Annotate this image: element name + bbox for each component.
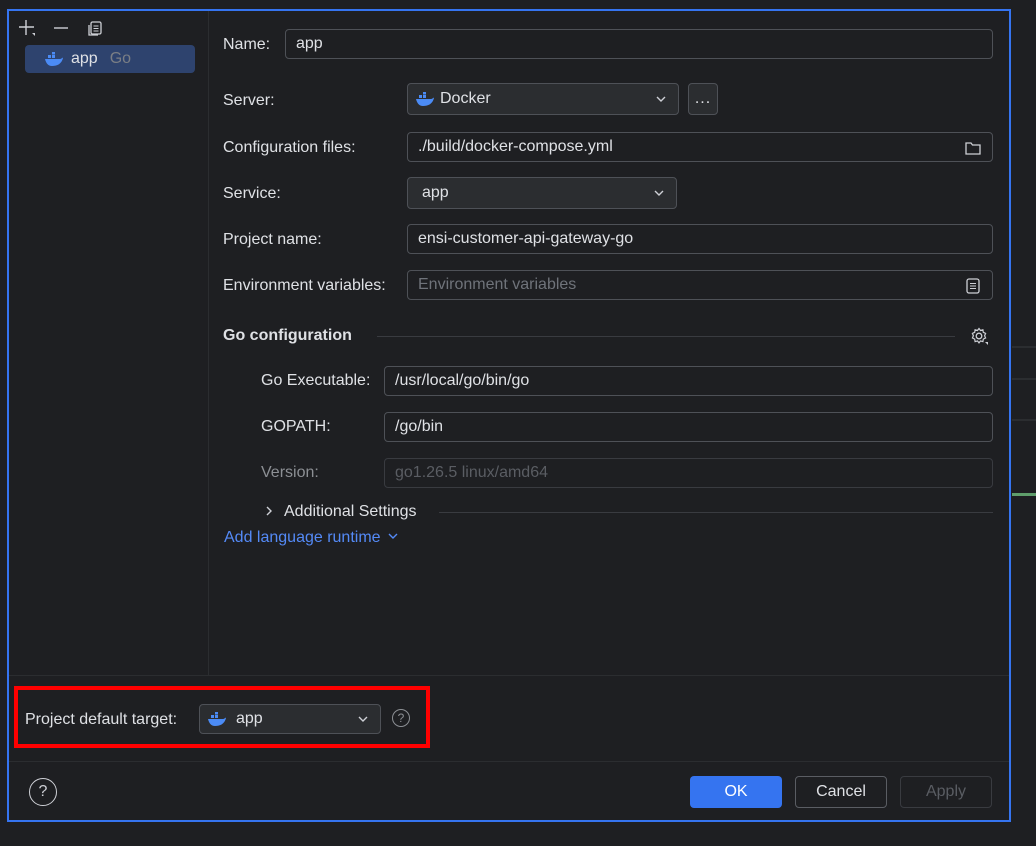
additional-settings-toggle[interactable]: Additional Settings	[284, 503, 417, 521]
chevron-down-icon	[654, 190, 664, 196]
default-target-value: app	[236, 710, 263, 727]
chevron-down-icon	[358, 716, 368, 722]
server-label: Server:	[223, 92, 275, 109]
env-vars-field[interactable]: Environment variables	[407, 270, 993, 300]
docker-icon	[416, 92, 434, 106]
go-executable-field[interactable]: /usr/local/go/bin/go	[384, 366, 993, 396]
chevron-down-icon	[656, 96, 666, 102]
section-divider	[377, 336, 955, 337]
section-divider	[439, 512, 993, 513]
add-runtime-label: Add language runtime	[224, 529, 381, 546]
help-button[interactable]: ?	[29, 778, 57, 806]
env-vars-label: Environment variables:	[223, 277, 386, 294]
apply-button[interactable]: Apply	[900, 776, 992, 808]
add-language-runtime-link[interactable]: Add language runtime	[224, 529, 399, 547]
help-icon[interactable]: ?	[392, 709, 410, 727]
server-more-button[interactable]: ...	[688, 83, 718, 115]
default-target-select[interactable]: app	[199, 704, 381, 734]
folder-icon[interactable]	[964, 139, 982, 157]
tree-toolbar	[17, 17, 105, 39]
gopath-label: GOPATH:	[261, 418, 331, 435]
server-select-value: Docker	[440, 90, 491, 107]
background-divider	[1012, 346, 1036, 348]
version-field: go1.26.5 linux/amd64	[384, 458, 993, 488]
project-name-label: Project name:	[223, 231, 322, 248]
gopath-field[interactable]: /go/bin	[384, 412, 993, 442]
name-label: Name:	[223, 36, 271, 53]
service-select[interactable]: app	[407, 177, 677, 209]
divider	[9, 761, 1009, 762]
go-config-title: Go configuration	[223, 327, 352, 344]
go-executable-label: Go Executable:	[261, 372, 371, 389]
background-divider	[1012, 378, 1036, 380]
ok-button[interactable]: OK	[690, 776, 782, 808]
service-select-value: app	[422, 184, 449, 201]
list-icon[interactable]	[964, 277, 982, 295]
project-name-field[interactable]: ensi-customer-api-gateway-go	[407, 224, 993, 254]
tree-item-type: Go	[109, 50, 132, 67]
server-select[interactable]: Docker	[407, 83, 679, 115]
gear-icon[interactable]	[969, 326, 989, 346]
configuration-tree-panel: app Go	[9, 11, 209, 675]
version-label: Version:	[261, 464, 319, 481]
background-window	[1012, 0, 1036, 846]
name-field[interactable]: app	[285, 29, 993, 59]
default-target-label: Project default target:	[25, 711, 178, 728]
chevron-right-icon[interactable]	[263, 505, 275, 517]
config-files-value: ./build/docker-compose.yml	[418, 138, 613, 155]
divider	[9, 675, 1009, 676]
docker-icon	[208, 712, 226, 726]
tree-item-app[interactable]: app Go	[25, 45, 195, 73]
chevron-down-icon	[388, 533, 398, 539]
run-configuration-dialog: app Go Name: app Server: Docker ... Conf…	[7, 9, 1011, 822]
tree-item-label: app	[71, 50, 98, 67]
env-vars-placeholder: Environment variables	[418, 276, 577, 293]
docker-icon	[45, 52, 63, 66]
cancel-button[interactable]: Cancel	[795, 776, 887, 808]
background-progress	[1012, 493, 1036, 496]
service-label: Service:	[223, 185, 281, 202]
plus-icon[interactable]	[17, 18, 37, 38]
minus-icon[interactable]	[51, 18, 71, 38]
background-divider	[1012, 419, 1036, 421]
config-files-field[interactable]: ./build/docker-compose.yml	[407, 132, 993, 162]
config-files-label: Configuration files:	[223, 139, 356, 156]
configuration-form: Name: app Server: Docker ... Configurati…	[223, 11, 993, 675]
copy-icon[interactable]	[85, 18, 105, 38]
